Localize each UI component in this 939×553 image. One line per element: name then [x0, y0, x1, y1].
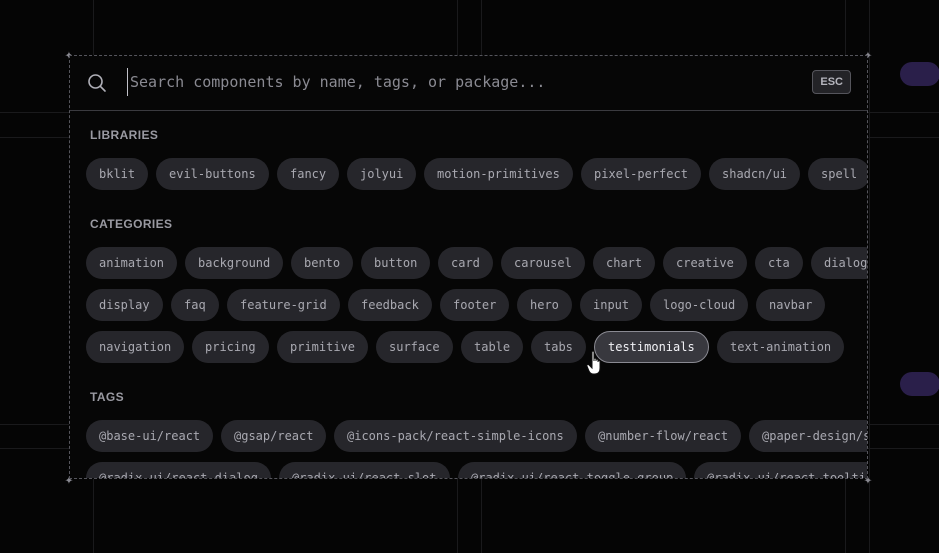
chip-testimonials[interactable]: testimonials — [594, 331, 709, 363]
chip-navbar[interactable]: navbar — [756, 289, 826, 321]
categories-section-title: CATEGORIES — [90, 217, 173, 231]
chip-creative[interactable]: creative — [663, 247, 747, 279]
chip-animation[interactable]: animation — [86, 247, 178, 279]
command-palette: ESC LIBRARIES bklitevil-buttonsfancyjoly… — [69, 55, 868, 479]
chip-button[interactable]: button — [361, 247, 431, 279]
chip-pricing[interactable]: pricing — [192, 331, 269, 363]
background-badge — [900, 62, 939, 86]
chip-pixel-perfect[interactable]: pixel-perfect — [581, 158, 701, 190]
chip-carousel[interactable]: carousel — [501, 247, 585, 279]
search-icon — [88, 74, 106, 92]
chip-icons-pack-react-simple-icons[interactable]: @icons-pack/react-simple-icons — [334, 420, 577, 452]
search-input[interactable] — [127, 68, 730, 96]
chip-input[interactable]: input — [580, 289, 643, 321]
chip-jolyui[interactable]: jolyui — [347, 158, 417, 190]
chip-feedback[interactable]: feedback — [348, 289, 432, 321]
chip-gsap-react[interactable]: @gsap/react — [221, 420, 327, 452]
chip-number-flow-react[interactable]: @number-flow/react — [585, 420, 742, 452]
tags-section-title: TAGS — [90, 390, 125, 404]
chip-shadcn-ui[interactable]: shadcn/ui — [709, 158, 801, 190]
search-bar: ESC — [70, 56, 867, 111]
chip-chart[interactable]: chart — [593, 247, 656, 279]
chip-radix-ui-react-dialog[interactable]: @radix-ui/react-dialog — [86, 462, 271, 478]
chip-dialog[interactable]: dialog — [811, 247, 867, 279]
chip-paper-design-shaders[interactable]: @paper-design/shaders — [749, 420, 867, 452]
chip-spell[interactable]: spell — [808, 158, 867, 190]
chip-radix-ui-react-toggle-group[interactable]: @radix-ui/react-toggle-group — [458, 462, 687, 478]
chip-radix-ui-react-slot[interactable]: @radix-ui/react-slot — [279, 462, 450, 478]
chip-footer[interactable]: footer — [440, 289, 510, 321]
chip-base-ui-react[interactable]: @base-ui/react — [86, 420, 214, 452]
chip-logo-cloud[interactable]: logo-cloud — [650, 289, 749, 321]
chip-motion-primitives[interactable]: motion-primitives — [424, 158, 573, 190]
chip-text-animation[interactable]: text-animation — [717, 331, 845, 363]
chip-radix-ui-react-tooltip[interactable]: @radix-ui/react-tooltip — [694, 462, 867, 478]
chip-surface[interactable]: surface — [376, 331, 453, 363]
chip-hero[interactable]: hero — [517, 289, 572, 321]
esc-key-button[interactable]: ESC — [812, 70, 851, 94]
chip-table[interactable]: table — [461, 331, 524, 363]
libraries-section-title: LIBRARIES — [90, 128, 159, 142]
chip-evil-buttons[interactable]: evil-buttons — [156, 158, 269, 190]
chip-fancy[interactable]: fancy — [277, 158, 340, 190]
chip-tabs[interactable]: tabs — [531, 331, 586, 363]
chip-background[interactable]: background — [185, 247, 284, 279]
chip-bklit[interactable]: bklit — [86, 158, 149, 190]
chip-card[interactable]: card — [438, 247, 493, 279]
background-badge — [900, 372, 939, 396]
chip-feature-grid[interactable]: feature-grid — [227, 289, 340, 321]
chip-navigation[interactable]: navigation — [86, 331, 185, 363]
chip-faq[interactable]: faq — [171, 289, 219, 321]
chip-display[interactable]: display — [86, 289, 163, 321]
grid-line — [869, 0, 870, 553]
chip-bento[interactable]: bento — [291, 247, 354, 279]
chip-primitive[interactable]: primitive — [277, 331, 369, 363]
chip-cta[interactable]: cta — [755, 247, 803, 279]
